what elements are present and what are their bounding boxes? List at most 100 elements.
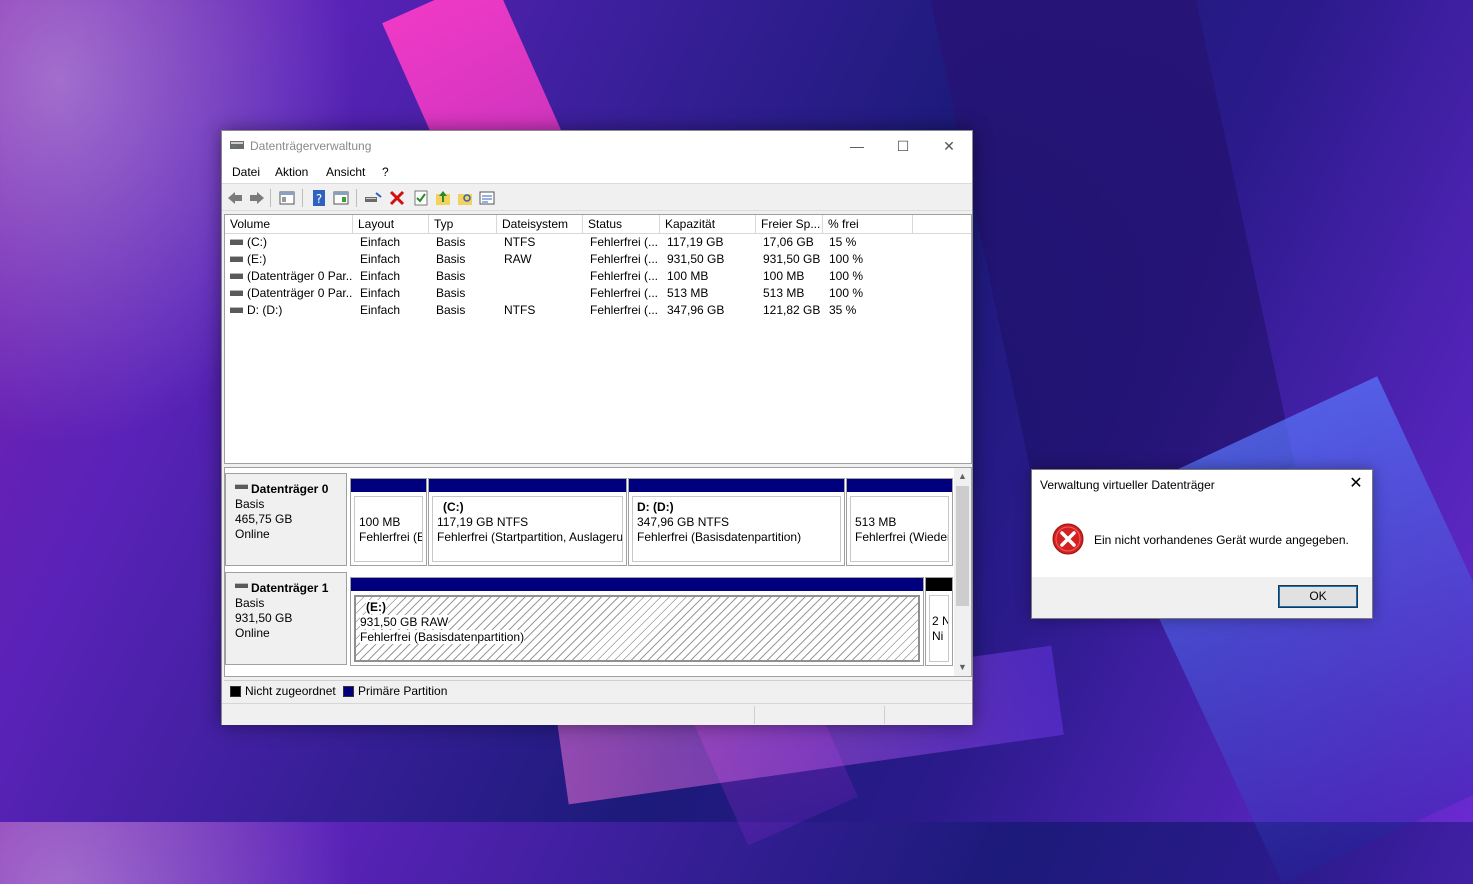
- forward-arrow-icon[interactable]: [248, 189, 266, 207]
- title-bar[interactable]: Datenträgerverwaltung — ☐ ✕: [222, 131, 972, 161]
- legend-label: Nicht zugeordnet: [245, 684, 336, 698]
- console-tree-icon[interactable]: [278, 189, 296, 207]
- column-header[interactable]: % frei: [823, 215, 913, 234]
- properties-icon[interactable]: [332, 189, 350, 207]
- status-cell: Fehlerfrei (...: [590, 269, 659, 283]
- layout-cell: Einfach: [360, 286, 401, 300]
- column-header[interactable]: Freier Sp...: [756, 215, 823, 234]
- toolbar-separator: [356, 189, 357, 207]
- maximize-button[interactable]: ☐: [880, 131, 926, 161]
- disk-name: Datenträger 0: [251, 482, 329, 496]
- percent-free-cell: 15 %: [829, 235, 857, 249]
- volume-name: (Datenträger 0 Par...: [247, 286, 353, 300]
- type-cell: Basis: [436, 303, 466, 317]
- vertical-scrollbar[interactable]: ▲ ▼: [954, 468, 971, 676]
- dialog-close-button[interactable]: ✕: [1340, 470, 1372, 498]
- menu-datei[interactable]: Datei: [232, 165, 260, 179]
- legend-swatch-unallocated: [230, 686, 241, 697]
- scroll-up-icon[interactable]: ▲: [954, 468, 971, 485]
- column-header[interactable]: Dateisystem: [497, 215, 583, 234]
- partition-block[interactable]: 100 MB Fehlerfrei (E: [350, 478, 427, 566]
- table-row[interactable]: D: (D:) Einfach Basis NTFS Fehlerfrei (.…: [225, 302, 971, 319]
- partition-color-bar: [351, 578, 923, 591]
- menu-aktion[interactable]: Aktion: [275, 165, 308, 179]
- volume-name: (Datenträger 0 Par...: [247, 269, 353, 283]
- partition-body: (C:) 117,19 GB NTFS Fehlerfrei (Startpar…: [432, 496, 623, 562]
- partition-body: (E:) 931,50 GB RAW Fehlerfrei (Basisdate…: [354, 595, 920, 662]
- delete-icon[interactable]: [388, 189, 406, 207]
- scroll-down-icon[interactable]: ▼: [954, 659, 971, 676]
- help-icon[interactable]: ?: [310, 189, 328, 207]
- status-cell: Fehlerfrei (...: [590, 252, 659, 266]
- disk-graphical-view: Datenträger 0 Basis 465,75 GB Online 100…: [224, 467, 972, 677]
- filesystem-cell: RAW: [504, 252, 532, 266]
- column-header[interactable]: Kapazität: [660, 215, 756, 234]
- close-button[interactable]: ✕: [926, 131, 972, 161]
- back-arrow-icon[interactable]: [226, 189, 244, 207]
- table-row[interactable]: (Datenträger 0 Par... Einfach Basis Fehl…: [225, 268, 971, 285]
- status-cell: Fehlerfrei (...: [590, 286, 659, 300]
- dialog-footer: OK: [1032, 577, 1372, 618]
- partition-color-bar: [629, 479, 844, 492]
- unallocated-block[interactable]: 2 N Ni: [925, 577, 953, 666]
- drive-icon: [230, 289, 243, 296]
- checklist-icon[interactable]: [412, 189, 430, 207]
- capacity-cell: 513 MB: [667, 286, 709, 300]
- filesystem-cell: [499, 268, 585, 285]
- status-bar: [222, 703, 972, 725]
- type-cell: Basis: [436, 252, 466, 266]
- partition-block[interactable]: (E:) 931,50 GB RAW Fehlerfrei (Basisdate…: [350, 577, 924, 666]
- volume-name: (E:): [247, 252, 267, 266]
- connect-disk-icon[interactable]: [364, 189, 382, 207]
- minimize-button[interactable]: —: [834, 131, 880, 161]
- menu-ansicht[interactable]: Ansicht: [326, 165, 365, 179]
- folder-search-icon[interactable]: [456, 189, 474, 207]
- volume-list-header: Volume Layout Typ Dateisystem Status Kap…: [225, 215, 971, 234]
- dialog-message: Ein nicht vorhandenes Gerät wurde angege…: [1094, 533, 1349, 547]
- partition-status: Fehlerfrei (E: [359, 530, 423, 544]
- scroll-thumb[interactable]: [956, 486, 969, 606]
- disk-icon: [235, 484, 248, 490]
- error-icon: [1052, 523, 1084, 555]
- partition-block[interactable]: D: (D:) 347,96 GB NTFS Fehlerfrei (Basis…: [628, 478, 845, 566]
- settings-list-icon[interactable]: [478, 189, 496, 207]
- ok-button[interactable]: OK: [1278, 585, 1358, 608]
- disk-1-label[interactable]: Datenträger 1 Basis 931,50 GB Online: [225, 572, 347, 665]
- status-separator: [754, 706, 755, 724]
- partition-status: Fehlerfrei (Wieder: [855, 530, 949, 544]
- type-cell: Basis: [436, 235, 466, 249]
- partition-size: 100 MB: [359, 515, 401, 529]
- disk-type: Basis: [235, 497, 265, 511]
- free-space-cell: 17,06 GB: [763, 235, 814, 249]
- drive-icon: [230, 306, 243, 313]
- partition-status: Fehlerfrei (Basisdatenpartition): [360, 630, 525, 644]
- table-row[interactable]: (Datenträger 0 Par... Einfach Basis Fehl…: [225, 285, 971, 302]
- partition-size: 117,19 GB NTFS: [437, 515, 529, 529]
- partition-body: 2 N Ni: [929, 595, 949, 662]
- table-row[interactable]: (C:) Einfach Basis NTFS Fehlerfrei (... …: [225, 234, 971, 251]
- disk-size: 931,50 GB: [235, 611, 293, 625]
- legend: Nicht zugeordnet Primäre Partition: [224, 680, 972, 700]
- capacity-cell: 117,19 GB: [667, 235, 724, 249]
- status-separator: [884, 706, 885, 724]
- menu-help[interactable]: ?: [382, 165, 389, 179]
- volume-list: Volume Layout Typ Dateisystem Status Kap…: [224, 214, 972, 464]
- column-header[interactable]: Status: [583, 215, 660, 234]
- disk-size: 465,75 GB: [235, 512, 293, 526]
- partition-block[interactable]: (C:) 117,19 GB NTFS Fehlerfrei (Startpar…: [428, 478, 627, 566]
- partition-block[interactable]: 513 MB Fehlerfrei (Wieder: [846, 478, 953, 566]
- column-header[interactable]: Layout: [353, 215, 429, 234]
- table-row[interactable]: (E:) Einfach Basis RAW Fehlerfrei (... 9…: [225, 251, 971, 268]
- folder-up-icon[interactable]: [434, 189, 452, 207]
- type-cell: Basis: [436, 269, 466, 283]
- capacity-cell: 100 MB: [667, 269, 709, 283]
- column-header[interactable]: Volume: [225, 215, 353, 234]
- free-space-cell: 513 MB: [763, 286, 805, 300]
- column-header[interactable]: Typ: [429, 215, 497, 234]
- volume-cell: (E:): [225, 251, 353, 268]
- partition-body: 513 MB Fehlerfrei (Wieder: [850, 496, 949, 562]
- volume-name: D: (D:): [247, 303, 283, 317]
- disk-0-label[interactable]: Datenträger 0 Basis 465,75 GB Online: [225, 473, 347, 566]
- partition-status: Fehlerfrei (Basisdatenpartition): [637, 530, 802, 544]
- filesystem-cell: NTFS: [504, 303, 536, 317]
